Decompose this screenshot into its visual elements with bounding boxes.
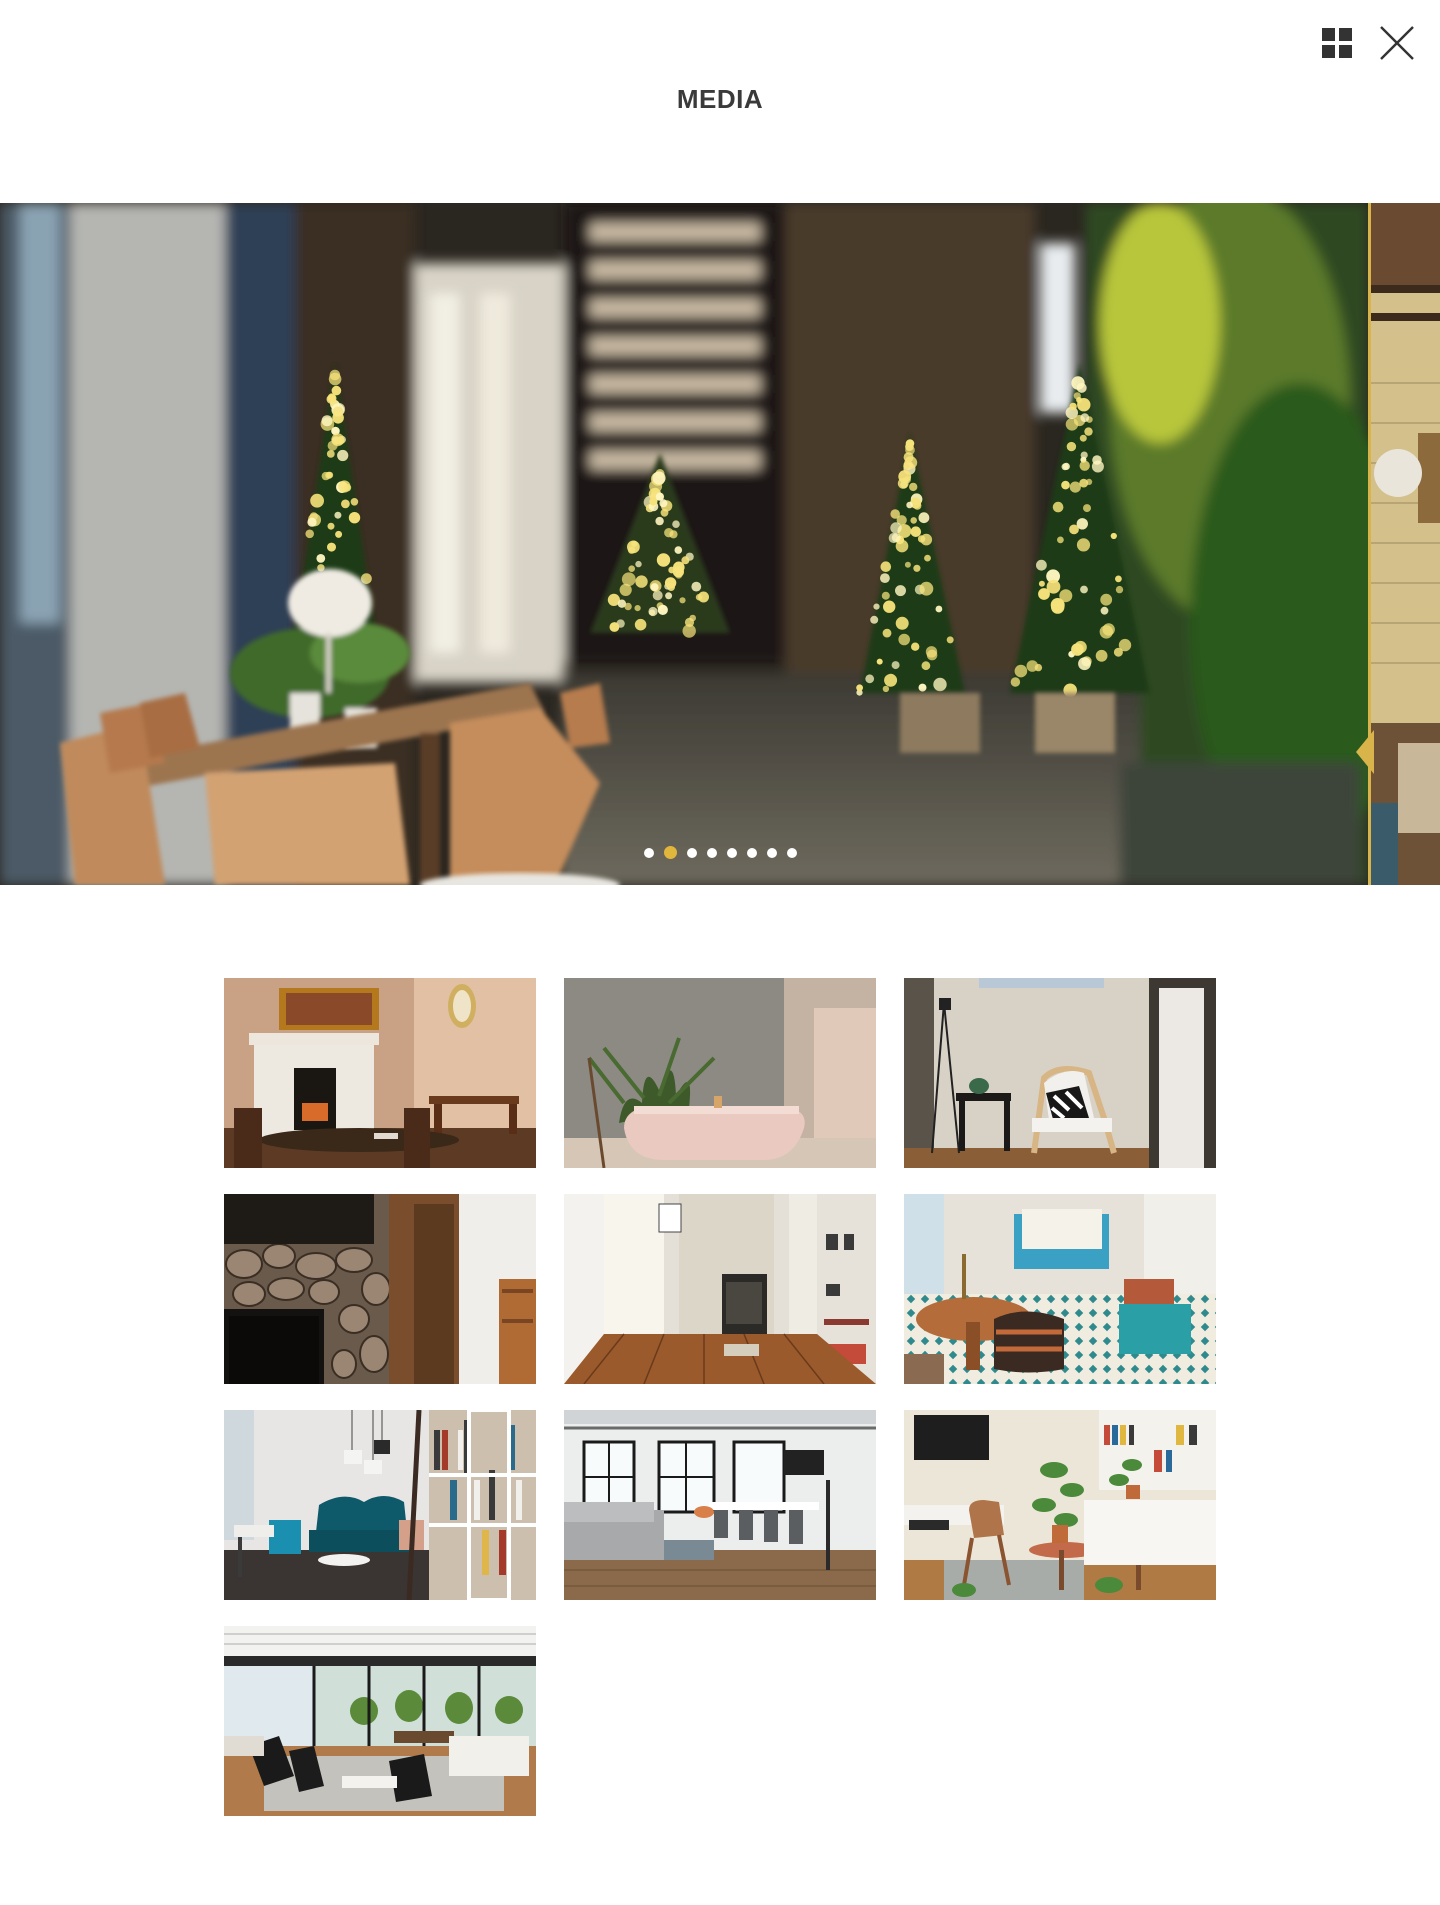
thumbnail[interactable] <box>904 978 1216 1168</box>
thumbnail[interactable] <box>564 1410 876 1600</box>
thumbnail[interactable] <box>904 1410 1216 1600</box>
thumbnail[interactable] <box>224 1410 536 1600</box>
thumbnail-image <box>224 1194 536 1384</box>
thumbnail[interactable] <box>904 1194 1216 1384</box>
media-carousel[interactable] <box>0 203 1440 885</box>
carousel-dot[interactable] <box>766 847 777 858</box>
thumbnail[interactable] <box>224 1626 536 1816</box>
thumbnail-image <box>564 1194 876 1384</box>
carousel-dot[interactable] <box>686 847 697 858</box>
slide-image <box>0 203 1368 885</box>
top-toolbar <box>1318 24 1416 62</box>
thumbnail[interactable] <box>564 1194 876 1384</box>
carousel-pagination <box>0 846 1440 859</box>
thumbnail[interactable] <box>224 1194 536 1384</box>
grid-icon <box>1322 28 1352 58</box>
carousel-dot[interactable] <box>706 847 717 858</box>
media-thumbnail-grid <box>224 978 1216 1816</box>
carousel-slide-active <box>0 203 1368 885</box>
carousel-slide-next-peek[interactable] <box>1368 203 1440 885</box>
carousel-dot[interactable] <box>786 847 797 858</box>
close-button[interactable] <box>1378 24 1416 62</box>
thumbnail-image <box>224 1410 536 1600</box>
grid-view-button[interactable] <box>1318 24 1356 62</box>
thumbnail-image <box>224 978 536 1168</box>
thumbnail-image <box>564 1410 876 1600</box>
thumbnail[interactable] <box>564 978 876 1168</box>
carousel-dot[interactable] <box>643 847 654 858</box>
next-slide-border <box>1368 203 1371 885</box>
carousel-dot[interactable] <box>663 846 677 859</box>
thumbnail-image <box>904 1410 1216 1600</box>
page-title: MEDIA <box>676 84 764 114</box>
chevron-left-icon[interactable] <box>1352 730 1374 774</box>
thumbnail-image <box>224 1626 536 1816</box>
carousel-dot[interactable] <box>726 847 737 858</box>
thumbnail-image <box>564 978 876 1168</box>
thumbnail[interactable] <box>224 978 536 1168</box>
carousel-dot[interactable] <box>746 847 757 858</box>
close-icon <box>1380 26 1414 60</box>
thumbnail-image <box>904 1194 1216 1384</box>
next-slide-image <box>1368 203 1440 885</box>
thumbnail-image <box>904 978 1216 1168</box>
